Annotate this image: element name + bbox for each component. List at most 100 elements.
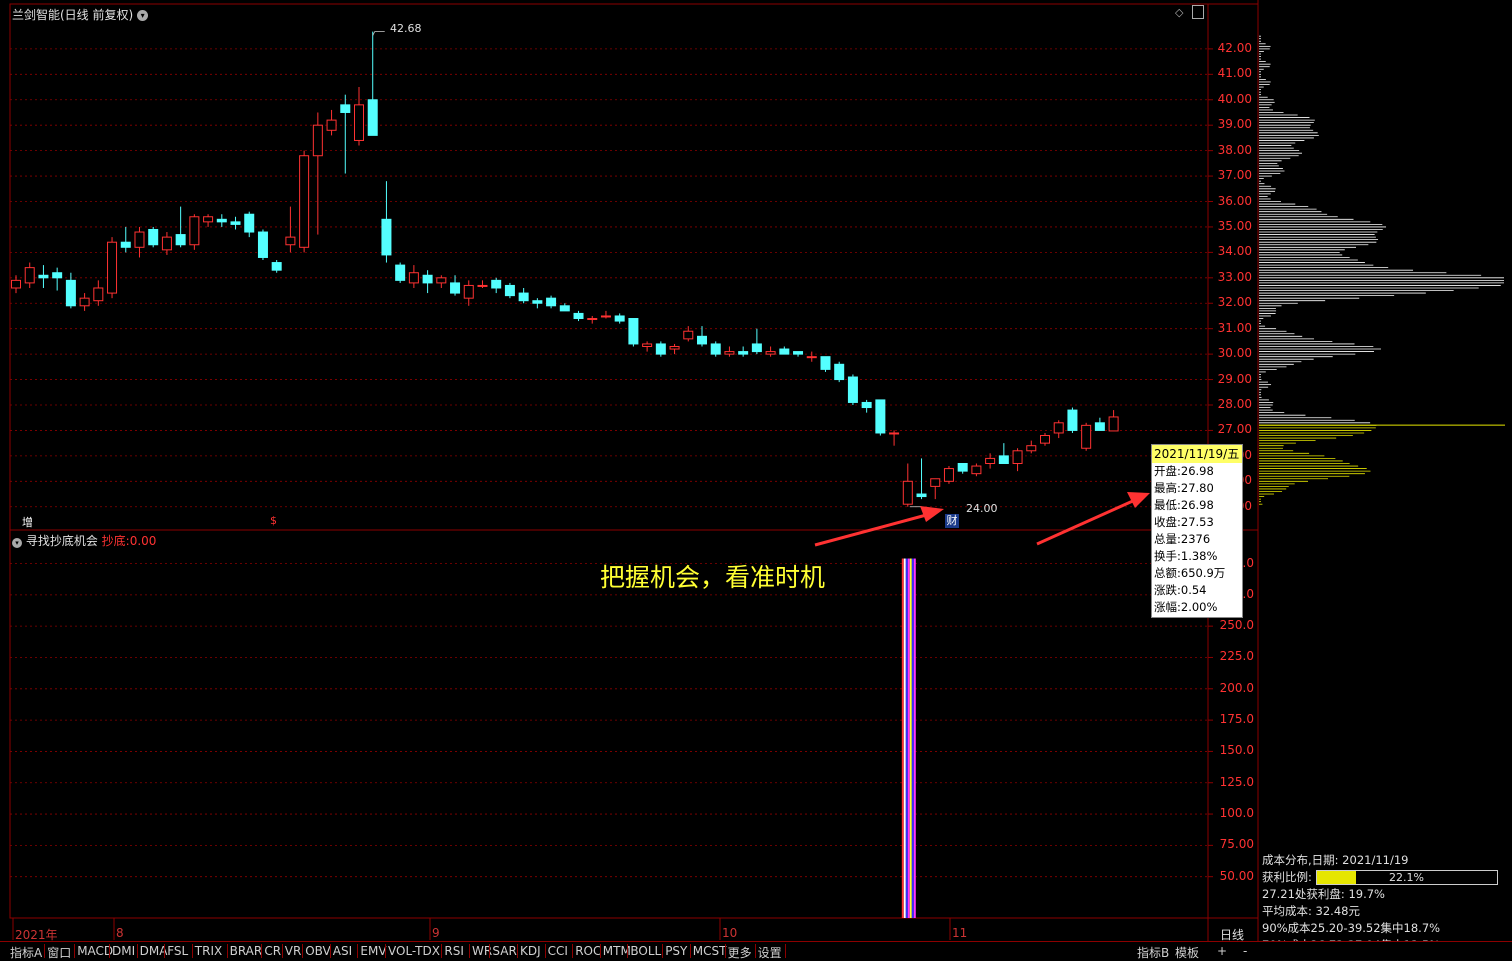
tab-zoom-in[interactable]: +	[1217, 944, 1227, 958]
tab-emv[interactable]: EMV	[360, 944, 386, 958]
candle[interactable]	[38, 265, 49, 288]
tab-指标a[interactable]: 指标A	[10, 944, 42, 961]
candle[interactable]	[271, 260, 282, 273]
tab-brar[interactable]: BRAR	[230, 944, 263, 958]
candle[interactable]	[381, 181, 392, 263]
candle[interactable]	[793, 351, 804, 357]
candle[interactable]	[573, 310, 584, 322]
panel-toggle-icon[interactable]	[1192, 5, 1204, 19]
tab-设置[interactable]: 设置	[758, 944, 782, 961]
candle[interactable]	[943, 466, 954, 484]
tab-模板[interactable]: 模板	[1175, 944, 1199, 961]
candle[interactable]	[971, 463, 982, 477]
tab-mcst[interactable]: MCST	[693, 944, 727, 958]
tab-窗口[interactable]: 窗口	[47, 944, 71, 961]
tab-obv[interactable]: OBV	[305, 944, 331, 958]
candle[interactable]	[312, 112, 323, 235]
candle[interactable]	[216, 214, 227, 227]
stock-title[interactable]: 兰剑智能(日线 前复权) ▾	[12, 6, 149, 23]
candle[interactable]	[65, 272, 76, 309]
candle[interactable]	[340, 94, 351, 174]
tab-rsi[interactable]: RSI	[444, 944, 464, 958]
candle[interactable]	[1094, 417, 1105, 431]
candle[interactable]	[326, 109, 337, 136]
candle[interactable]	[738, 346, 749, 357]
candle[interactable]	[902, 463, 913, 507]
candle[interactable]	[697, 326, 707, 347]
candle[interactable]	[847, 374, 858, 405]
candle[interactable]	[107, 237, 118, 299]
marker-zeng[interactable]: 增	[22, 514, 33, 530]
tab-dmi[interactable]: DMI	[112, 944, 135, 958]
tab-vr[interactable]: VR	[285, 944, 302, 958]
candle[interactable]	[230, 216, 241, 230]
candle[interactable]	[655, 341, 666, 357]
chevron-down-icon[interactable]: ▾	[12, 538, 22, 548]
candle[interactable]	[600, 310, 611, 319]
candle[interactable]	[765, 346, 776, 357]
chevron-down-icon[interactable]: ▾	[137, 10, 149, 21]
chart-canvas[interactable]	[0, 0, 1512, 959]
candle[interactable]	[1026, 440, 1037, 454]
tab-cci[interactable]: CCI	[548, 944, 568, 958]
candle[interactable]	[52, 267, 63, 291]
candle[interactable]	[875, 399, 886, 436]
marker-cai[interactable]: 财	[945, 514, 959, 528]
indicator-title[interactable]: ▾ 寻找抄底机会 抄底:0.00	[12, 532, 156, 549]
candle[interactable]	[189, 214, 200, 250]
marker-dollar[interactable]: $	[270, 514, 277, 527]
candle[interactable]	[1108, 410, 1119, 432]
candle[interactable]	[1012, 448, 1023, 472]
candle[interactable]	[299, 150, 310, 253]
candle[interactable]	[395, 262, 406, 283]
candle[interactable]	[491, 277, 502, 294]
tab-cr[interactable]: CR	[264, 944, 281, 958]
candle[interactable]	[806, 351, 817, 362]
candle[interactable]	[422, 270, 433, 294]
candle[interactable]	[148, 226, 159, 248]
candle[interactable]	[504, 282, 515, 299]
candle[interactable]	[93, 280, 104, 306]
candle[interactable]	[889, 430, 900, 446]
tab-更多[interactable]: 更多	[728, 944, 752, 961]
candle[interactable]	[546, 295, 557, 309]
candle[interactable]	[408, 265, 419, 288]
candle[interactable]	[930, 478, 941, 500]
candle[interactable]	[354, 87, 364, 146]
tab-roc[interactable]: ROC	[575, 944, 601, 958]
candle[interactable]	[24, 262, 35, 288]
candle[interactable]	[820, 356, 831, 372]
candle[interactable]	[861, 399, 872, 413]
candle[interactable]	[134, 226, 145, 258]
diamond-icon[interactable]: ◇	[1175, 6, 1183, 19]
candle[interactable]	[1067, 407, 1078, 433]
tab-kdj[interactable]: KDJ	[520, 944, 541, 958]
candle[interactable]	[532, 298, 543, 309]
tab-macd[interactable]: MACD	[77, 944, 113, 958]
candle[interactable]	[669, 343, 680, 355]
candle[interactable]	[751, 328, 762, 355]
candle[interactable]	[120, 226, 131, 253]
tab-psy[interactable]: PSY	[665, 944, 687, 958]
candle[interactable]	[367, 31, 378, 136]
candle[interactable]	[450, 275, 461, 296]
tab-zoom-out[interactable]: -	[1243, 944, 1247, 958]
candle[interactable]	[559, 303, 570, 312]
candle[interactable]	[779, 346, 790, 355]
candle[interactable]	[203, 214, 214, 227]
candle[interactable]	[628, 318, 639, 347]
tab-trix[interactable]: TRIX	[195, 944, 222, 958]
candle[interactable]	[998, 443, 1009, 464]
candle[interactable]	[11, 275, 21, 294]
tab-指标B[interactable]: 指标B	[1137, 944, 1169, 961]
candle[interactable]	[916, 458, 927, 500]
candle[interactable]	[834, 361, 845, 383]
candle[interactable]	[1053, 420, 1064, 439]
candle[interactable]	[285, 206, 296, 253]
candle[interactable]	[463, 280, 474, 306]
candle[interactable]	[175, 206, 186, 248]
candle[interactable]	[957, 462, 968, 474]
candle[interactable]	[518, 287, 529, 304]
candle[interactable]	[477, 280, 488, 288]
tab-asi[interactable]: ASI	[333, 944, 352, 958]
